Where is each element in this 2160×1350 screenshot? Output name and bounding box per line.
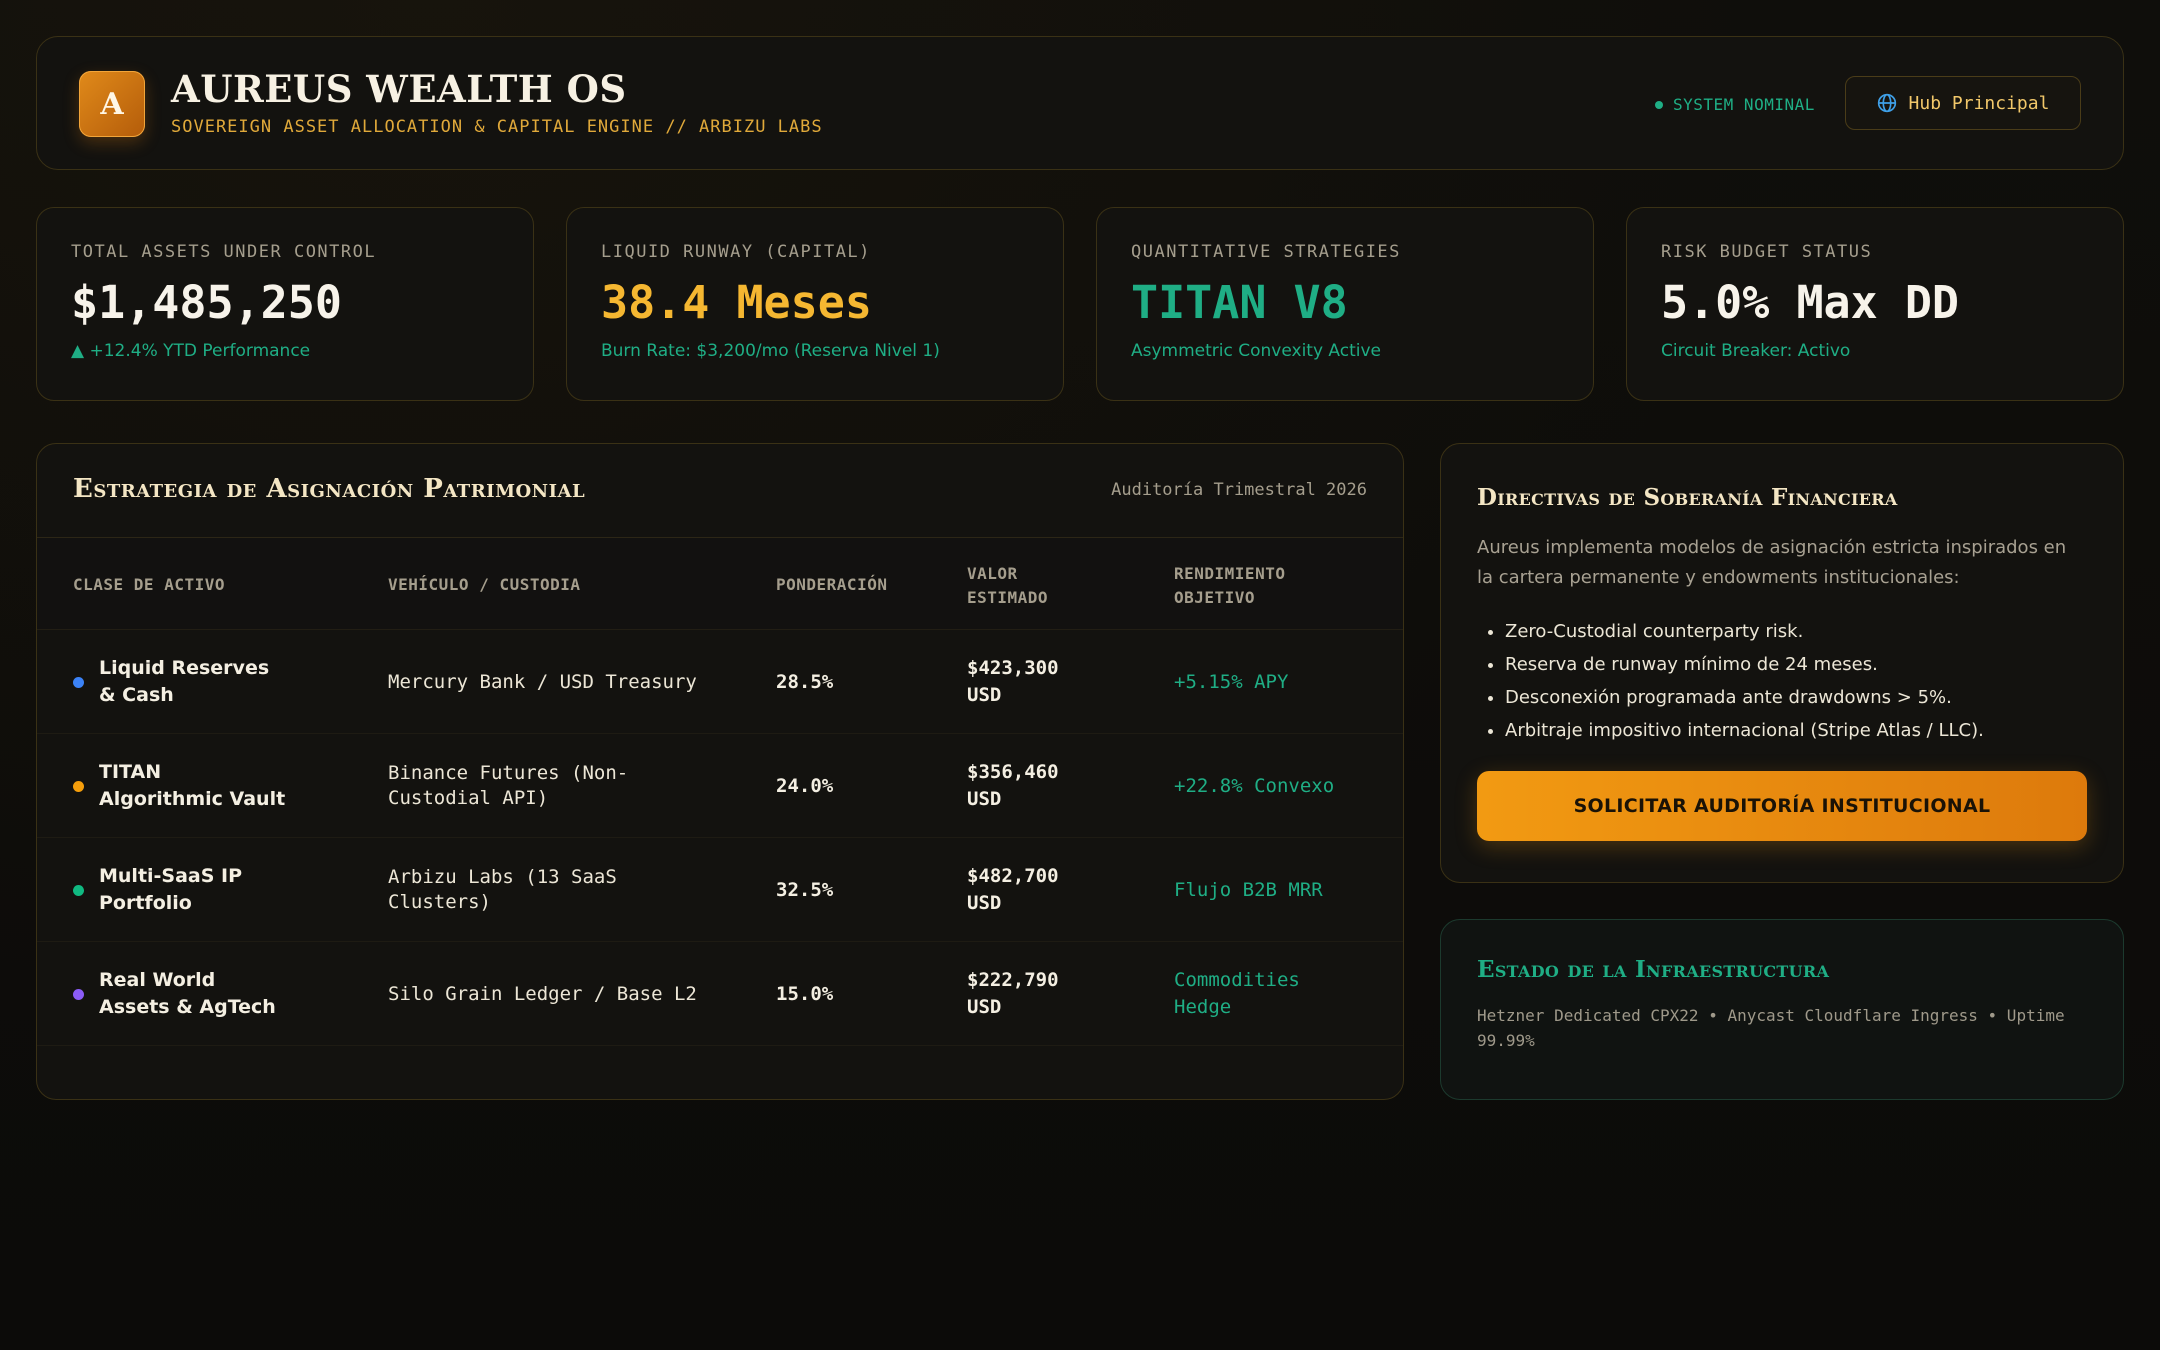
table-row: Multi-SaaS IP Portfolio Arbizu Labs (13 …	[37, 838, 1403, 942]
hub-principal-button[interactable]: Hub Principal	[1845, 76, 2081, 130]
directives-panel: Directivas de Soberanía Financiera Aureu…	[1440, 443, 2124, 883]
asset-name: TITAN Algorithmic Vault	[99, 761, 286, 810]
vehicle-cell: Arbizu Labs (13 SaaS Clusters)	[388, 838, 728, 942]
directives-title: Directivas de Soberanía Financiera	[1477, 484, 1898, 511]
infrastructure-panel: Estado de la Infraestructura Hetzner Ded…	[1440, 919, 2124, 1100]
kpi-label: LIQUID RUNWAY (CAPITAL)	[601, 242, 871, 262]
yield-cell: Flujo B2B MRR	[1174, 838, 1359, 942]
weight-cell: 24.0%	[776, 734, 833, 838]
asset-cell: TITAN Algorithmic Vault	[73, 734, 289, 838]
estimated-value: $356,460 USD	[967, 761, 1059, 810]
asset-name: Real World Assets & AgTech	[99, 969, 276, 1018]
value-cell: $356,460 USD	[967, 734, 1087, 838]
list-item: Zero-Custodial counterparty risk.	[1505, 615, 2087, 648]
yield-cell: +5.15% APY	[1174, 630, 1359, 734]
request-audit-button[interactable]: SOLICITAR AUDITORÍA INSTITUCIONAL	[1477, 771, 2087, 841]
asset-color-dot-icon	[73, 676, 84, 688]
asset-name: Liquid Reserves & Cash	[99, 657, 270, 706]
weight-cell: 28.5%	[776, 630, 833, 734]
table-row: Real World Assets & AgTech Silo Grain Le…	[37, 942, 1403, 1046]
infrastructure-status-text: Hetzner Dedicated CPX22 • Anycast Cloudf…	[1477, 1006, 2065, 1050]
allocation-header: Estrategia de Asignación Patrimonial Aud…	[37, 444, 1403, 538]
asset-color-dot-icon	[73, 780, 84, 792]
column-header-weight: PONDERACIÓN	[776, 575, 888, 594]
infrastructure-title: Estado de la Infraestructura	[1477, 956, 1830, 983]
asset-name: Multi-SaaS IP Portfolio	[99, 865, 243, 914]
brand-logo: A	[79, 71, 145, 137]
column-header-vehicle: VEHÍCULO / CUSTODIA	[388, 575, 581, 594]
weight-value: 28.5%	[776, 671, 834, 693]
estimated-value: $222,790 USD	[967, 969, 1059, 1018]
kpi-value: 5.0% Max DD	[1661, 276, 1960, 329]
kpi-value: $1,485,250	[71, 276, 342, 329]
table-row: TITAN Algorithmic Vault Binance Futures …	[37, 734, 1403, 838]
app-title: AUREUS WEALTH OS	[171, 67, 627, 111]
kpi-subtext: Asymmetric Convexity Active	[1131, 341, 1382, 361]
yield-cell: +22.8% Convexo	[1174, 734, 1359, 838]
list-item: Arbitraje impositivo internacional (Stri…	[1505, 714, 2087, 747]
kpi-label: TOTAL ASSETS UNDER CONTROL	[71, 242, 377, 262]
hub-principal-label: Hub Principal	[1908, 92, 2050, 114]
vehicle-cell: Mercury Bank / USD Treasury	[388, 630, 728, 734]
weight-cell: 15.0%	[776, 942, 833, 1046]
asset-color-dot-icon	[73, 988, 84, 1000]
vehicle-cell: Binance Futures (Non-Custodial API)	[388, 734, 728, 838]
globe-icon	[1877, 93, 1896, 113]
column-header-target-yield: RENDIMIENTO OBJETIVO	[1174, 564, 1286, 607]
vehicle-text: Binance Futures (Non-Custodial API)	[388, 762, 629, 809]
estimated-value: $423,300 USD	[967, 657, 1059, 706]
value-cell: $423,300 USD	[967, 630, 1087, 734]
kpi-label: RISK BUDGET STATUS	[1661, 242, 1873, 262]
column-header-asset-class: CLASE DE ACTIVO	[73, 575, 225, 594]
estimated-value: $482,700 USD	[967, 865, 1059, 914]
target-yield: +22.8% Convexo	[1174, 774, 1335, 797]
target-yield: Flujo B2B MRR	[1174, 878, 1323, 901]
kpi-value: 38.4 Meses	[601, 276, 872, 329]
column-header-estimated-value: VALOR ESTIMADO	[967, 564, 1049, 607]
kpi-subtext: ▲ +12.4% YTD Performance	[71, 341, 311, 361]
kpi-card-total-assets: TOTAL ASSETS UNDER CONTROL $1,485,250 ▲ …	[36, 207, 534, 401]
kpi-value: TITAN V8	[1131, 276, 1348, 329]
asset-cell: Multi-SaaS IP Portfolio	[73, 838, 289, 942]
vehicle-text: Silo Grain Ledger / Base L2	[388, 982, 697, 1005]
system-status-label: SYSTEM NOMINAL	[1673, 95, 1815, 114]
table-row: Liquid Reserves & Cash Mercury Bank / US…	[37, 630, 1403, 734]
system-status: SYSTEM NOMINAL	[1655, 95, 1815, 114]
kpi-card-risk-budget: RISK BUDGET STATUS 5.0% Max DD Circuit B…	[1626, 207, 2124, 401]
weight-cell: 32.5%	[776, 838, 833, 942]
weight-value: 15.0%	[776, 983, 834, 1005]
kpi-card-quant-strategies: QUANTITATIVE STRATEGIES TITAN V8 Asymmet…	[1096, 207, 1594, 401]
list-item: Reserva de runway mínimo de 24 meses.	[1505, 648, 2087, 681]
kpi-label: QUANTITATIVE STRATEGIES	[1131, 242, 1401, 262]
directives-description: Aureus implementa modelos de asignación …	[1477, 537, 2067, 588]
value-cell: $482,700 USD	[967, 838, 1087, 942]
kpi-subtext: Circuit Breaker: Activo	[1661, 341, 1851, 361]
kpi-card-liquid-runway: LIQUID RUNWAY (CAPITAL) 38.4 Meses Burn …	[566, 207, 1064, 401]
allocation-panel: Estrategia de Asignación Patrimonial Aud…	[36, 443, 1404, 1100]
yield-cell: Commodities Hedge	[1174, 942, 1359, 1046]
asset-cell: Liquid Reserves & Cash	[73, 630, 289, 734]
value-cell: $222,790 USD	[967, 942, 1087, 1046]
vehicle-text: Arbizu Labs (13 SaaS Clusters)	[388, 866, 617, 913]
directives-list: Zero-Custodial counterparty risk. Reserv…	[1477, 615, 2087, 747]
target-yield: +5.15% APY	[1174, 670, 1289, 693]
allocation-title: Estrategia de Asignación Patrimonial	[73, 474, 586, 504]
table-header: CLASE DE ACTIVO VEHÍCULO / CUSTODIA POND…	[37, 538, 1403, 630]
asset-color-dot-icon	[73, 884, 84, 896]
target-yield: Commodities Hedge	[1174, 969, 1300, 1018]
table-body: Liquid Reserves & Cash Mercury Bank / US…	[37, 630, 1403, 1046]
asset-cell: Real World Assets & AgTech	[73, 942, 289, 1046]
vehicle-text: Mercury Bank / USD Treasury	[388, 670, 697, 693]
weight-value: 32.5%	[776, 879, 834, 901]
vehicle-cell: Silo Grain Ledger / Base L2	[388, 942, 728, 1046]
list-item: Desconexión programada ante drawdowns > …	[1505, 681, 2087, 714]
app-header: A AUREUS WEALTH OS SOVEREIGN ASSET ALLOC…	[36, 36, 2124, 170]
allocation-audit-label: Auditoría Trimestral 2026	[1111, 480, 1367, 500]
kpi-subtext: Burn Rate: $3,200/mo (Reserva Nivel 1)	[601, 341, 940, 361]
app-subtitle: SOVEREIGN ASSET ALLOCATION & CAPITAL ENG…	[171, 117, 823, 137]
status-dot-icon	[1655, 100, 1663, 109]
weight-value: 24.0%	[776, 775, 834, 797]
